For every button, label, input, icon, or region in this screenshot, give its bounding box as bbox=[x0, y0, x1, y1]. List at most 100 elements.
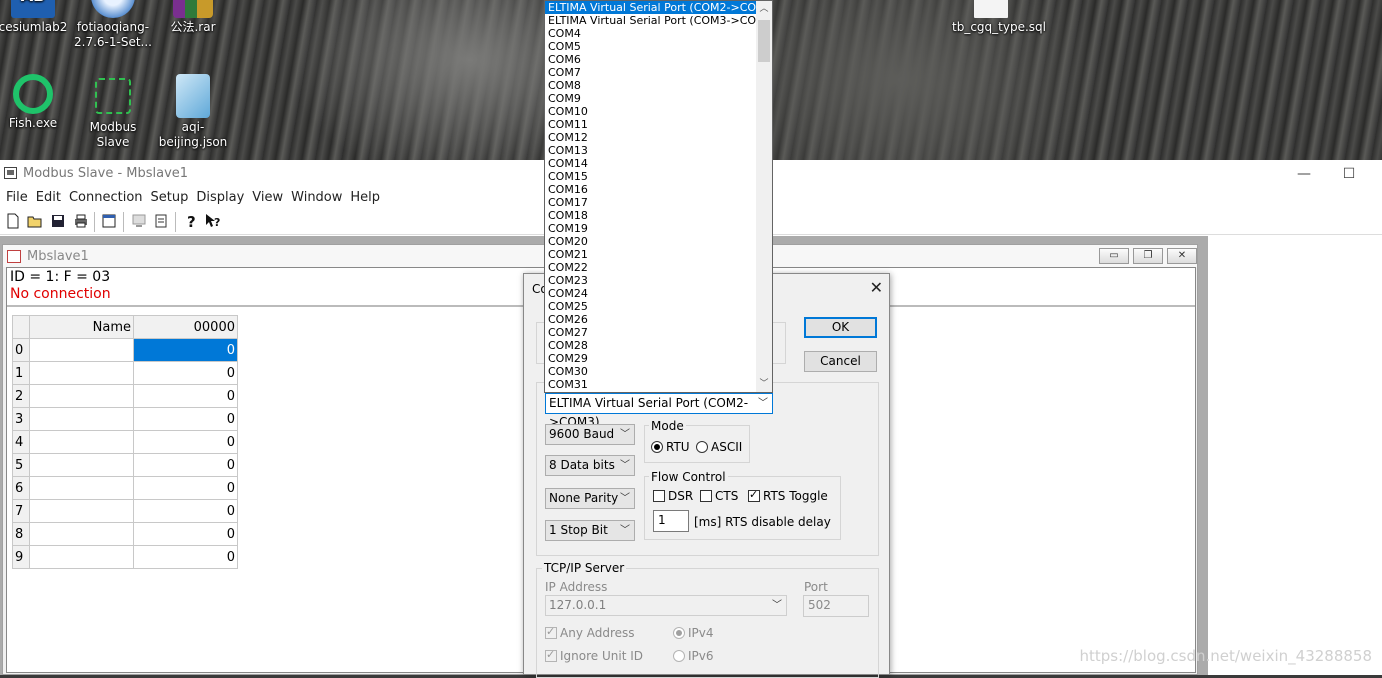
address-column-header[interactable]: 00000 bbox=[133, 315, 238, 339]
dropdown-option[interactable]: ELTIMA Virtual Serial Port (COM2->COM3) bbox=[545, 1, 772, 14]
dropdown-option[interactable]: COM6 bbox=[545, 53, 757, 66]
scroll-up-arrow-icon[interactable]: ︿ bbox=[756, 1, 772, 17]
dropdown-option[interactable]: COM28 bbox=[545, 339, 757, 352]
ignore-unit-id-checkbox[interactable]: Ignore Unit ID bbox=[545, 648, 643, 663]
dropdown-option[interactable]: COM27 bbox=[545, 326, 757, 339]
minimize-button[interactable]: — bbox=[1281, 162, 1327, 186]
value-cell[interactable]: 0 bbox=[133, 430, 238, 454]
dsr-checkbox[interactable]: DSR bbox=[653, 489, 693, 503]
desktop-icon-modbus-slave[interactable]: Modbus Slave bbox=[74, 74, 152, 150]
cts-checkbox[interactable]: CTS bbox=[700, 489, 738, 503]
dropdown-option[interactable]: ELTIMA Virtual Serial Port (COM3->COM2) bbox=[545, 14, 772, 27]
dropdown-option[interactable]: COM23 bbox=[545, 274, 757, 287]
mode-ascii-radio[interactable]: ASCII bbox=[696, 440, 742, 454]
stop-bits-select[interactable]: 1 Stop Bit ﹀ bbox=[545, 520, 635, 541]
dropdown-option[interactable]: COM22 bbox=[545, 261, 757, 274]
desktop-icon-sql[interactable]: tb_cgq_type.sql bbox=[952, 0, 1046, 35]
dropdown-option[interactable]: COM30 bbox=[545, 365, 757, 378]
dropdown-option[interactable]: COM9 bbox=[545, 92, 757, 105]
open-icon[interactable] bbox=[26, 212, 44, 230]
name-cell[interactable] bbox=[29, 407, 134, 431]
child-minimize-button[interactable]: ▭ bbox=[1099, 248, 1129, 264]
value-cell[interactable]: 0 bbox=[133, 338, 238, 362]
ip-address-select[interactable]: 127.0.0.1 ﹀ bbox=[545, 595, 787, 616]
menu-window[interactable]: Window bbox=[287, 187, 346, 208]
any-address-checkbox[interactable]: Any Address bbox=[545, 625, 635, 640]
scroll-down-arrow-icon[interactable]: ﹀ bbox=[756, 376, 772, 392]
desktop-icon-fotiaoqiang[interactable]: fotiaoqiang-2.7.6-1-Set... bbox=[74, 0, 152, 50]
dropdown-option[interactable]: COM24 bbox=[545, 287, 757, 300]
desktop-icon-fish[interactable]: Fish.exe bbox=[0, 74, 72, 131]
print-icon[interactable] bbox=[72, 212, 90, 230]
child-restore-button[interactable]: ❐ bbox=[1133, 248, 1163, 264]
dropdown-option[interactable]: COM8 bbox=[545, 79, 757, 92]
print-preview-icon[interactable] bbox=[152, 212, 170, 230]
port-select[interactable]: ELTIMA Virtual Serial Port (COM2->COM3) … bbox=[545, 393, 773, 429]
maximize-button[interactable]: ☐ bbox=[1326, 162, 1372, 186]
mode-rtu-radio[interactable]: RTU bbox=[651, 440, 690, 454]
value-cell[interactable]: 0 bbox=[133, 545, 238, 569]
child-close-button[interactable]: ✕ bbox=[1167, 248, 1197, 264]
ipv6-radio[interactable]: IPv6 bbox=[673, 649, 714, 663]
save-icon[interactable] bbox=[49, 212, 67, 230]
menu-edit[interactable]: Edit bbox=[32, 187, 65, 208]
desktop-icon-json[interactable]: aqi-beijing.json bbox=[154, 74, 232, 150]
value-cell[interactable]: 0 bbox=[133, 499, 238, 523]
ok-button[interactable]: OK bbox=[804, 317, 877, 338]
baud-select[interactable]: 9600 Baud ﹀ bbox=[545, 424, 635, 445]
help-icon[interactable]: ? bbox=[182, 212, 200, 230]
dropdown-option[interactable]: COM21 bbox=[545, 248, 757, 261]
value-cell[interactable]: 0 bbox=[133, 384, 238, 408]
dialog-close-button[interactable]: ✕ bbox=[870, 278, 883, 297]
dropdown-option[interactable]: COM18 bbox=[545, 209, 757, 222]
name-cell[interactable] bbox=[29, 338, 134, 362]
desktop-icon-rar[interactable]: 公法.rar bbox=[154, 0, 232, 35]
rts-delay-input[interactable]: 1 bbox=[653, 510, 689, 532]
cancel-button[interactable]: Cancel bbox=[804, 351, 877, 372]
port-input[interactable]: 502 bbox=[803, 595, 869, 617]
dropdown-option[interactable]: COM4 bbox=[545, 27, 757, 40]
dropdown-option[interactable]: COM17 bbox=[545, 196, 757, 209]
desktop-icon-cesiumlab2[interactable]: AB cesiumlab2 bbox=[0, 0, 72, 35]
dropdown-option[interactable]: COM14 bbox=[545, 157, 757, 170]
name-cell[interactable] bbox=[29, 499, 134, 523]
dropdown-option[interactable]: COM15 bbox=[545, 170, 757, 183]
dropdown-option[interactable]: COM5 bbox=[545, 40, 757, 53]
menu-help[interactable]: Help bbox=[346, 187, 384, 208]
value-cell[interactable]: 0 bbox=[133, 453, 238, 477]
name-cell[interactable] bbox=[29, 453, 134, 477]
name-column-header[interactable]: Name bbox=[29, 315, 134, 339]
value-cell[interactable]: 0 bbox=[133, 476, 238, 500]
dropdown-option[interactable]: COM16 bbox=[545, 183, 757, 196]
dropdown-option[interactable]: COM10 bbox=[545, 105, 757, 118]
dropdown-option[interactable]: COM20 bbox=[545, 235, 757, 248]
value-cell[interactable]: 0 bbox=[133, 522, 238, 546]
scrollbar-thumb[interactable] bbox=[758, 20, 770, 62]
window-icon[interactable] bbox=[100, 212, 118, 230]
data-bits-select[interactable]: 8 Data bits ﹀ bbox=[545, 455, 635, 476]
menu-display[interactable]: Display bbox=[192, 187, 248, 208]
dropdown-option[interactable]: COM13 bbox=[545, 144, 757, 157]
dropdown-option[interactable]: COM25 bbox=[545, 300, 757, 313]
name-cell[interactable] bbox=[29, 522, 134, 546]
name-cell[interactable] bbox=[29, 384, 134, 408]
name-cell[interactable] bbox=[29, 545, 134, 569]
ipv4-radio[interactable]: IPv4 bbox=[673, 626, 714, 640]
dropdown-option[interactable]: COM19 bbox=[545, 222, 757, 235]
dropdown-option[interactable]: COM26 bbox=[545, 313, 757, 326]
dropdown-option[interactable]: COM12 bbox=[545, 131, 757, 144]
context-help-icon[interactable]: ? bbox=[204, 212, 222, 230]
dropdown-option[interactable]: COM7 bbox=[545, 66, 757, 79]
connect-icon[interactable] bbox=[130, 212, 148, 230]
value-cell[interactable]: 0 bbox=[133, 407, 238, 431]
menu-view[interactable]: View bbox=[248, 187, 287, 208]
menu-setup[interactable]: Setup bbox=[147, 187, 193, 208]
name-cell[interactable] bbox=[29, 476, 134, 500]
menu-connection[interactable]: Connection bbox=[65, 187, 147, 208]
name-cell[interactable] bbox=[29, 430, 134, 454]
dropdown-option[interactable]: COM29 bbox=[545, 352, 757, 365]
dropdown-option[interactable]: COM31 bbox=[545, 378, 757, 391]
new-icon[interactable] bbox=[4, 212, 22, 230]
name-cell[interactable] bbox=[29, 361, 134, 385]
value-cell[interactable]: 0 bbox=[133, 361, 238, 385]
